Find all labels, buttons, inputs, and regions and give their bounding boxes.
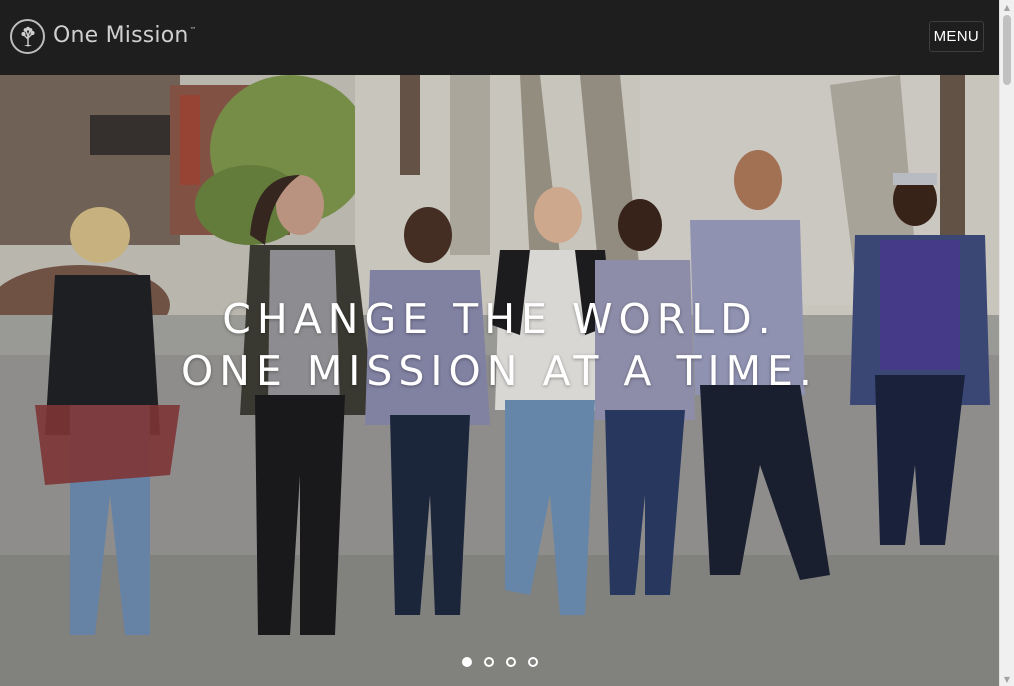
hero-headline-line2: ONE MISSION AT A TIME. [181, 347, 818, 395]
logo-wordmark: One Mission [53, 23, 189, 48]
hero-slider: CHANGE THE WORLD. ONE MISSION AT A TIME. [0, 75, 999, 686]
page: One Mission™ MENU CHANGE THE WORLD. ONE … [0, 0, 1014, 686]
menu-button[interactable]: MENU [928, 21, 984, 52]
logo-trademark: ™ [189, 26, 197, 34]
tree-circle-icon [10, 19, 45, 54]
hero-headline: CHANGE THE WORLD. ONE MISSION AT A TIME. [0, 293, 999, 397]
chevron-down-icon[interactable]: ▼ [1000, 672, 1014, 686]
slide-dot-4[interactable] [527, 657, 538, 667]
page-scrollbar[interactable]: ▲ ▼ [999, 0, 1014, 686]
hero-headline-line1: CHANGE THE WORLD. [222, 295, 777, 343]
slide-dot-1[interactable] [461, 657, 472, 667]
scrollbar-thumb[interactable] [1003, 15, 1011, 85]
site-header: One Mission™ MENU [0, 0, 999, 75]
logo-text: One Mission™ [53, 23, 197, 48]
logo-link[interactable]: One Mission™ [10, 18, 197, 55]
chevron-up-icon[interactable]: ▲ [1000, 0, 1014, 14]
slide-dot-3[interactable] [505, 657, 516, 667]
slider-pagination [0, 657, 999, 667]
slide-dot-2[interactable] [483, 657, 494, 667]
